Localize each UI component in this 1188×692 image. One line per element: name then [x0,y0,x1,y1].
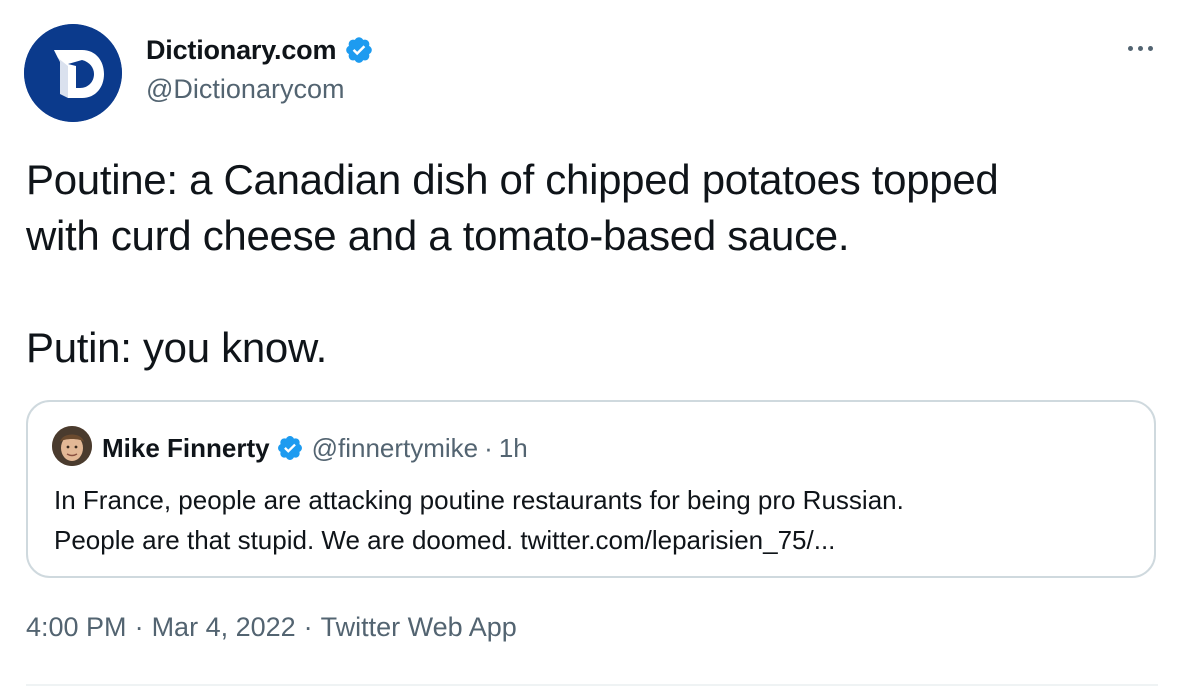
verified-badge-icon [346,37,373,63]
verified-badge-icon [277,436,302,460]
more-dots-icon [1147,45,1153,51]
separator-dot: · [134,612,144,642]
quoted-tweet-time[interactable]: 1h [499,433,528,464]
tweet-meta: 4:00 PM · Mar 4, 2022 · Twitter Web App [26,612,517,643]
quoted-tweet[interactable]: Mike Finnerty @finnertymike · 1h In Fran… [26,400,1156,578]
author-name-row: Dictionary.com [146,32,374,68]
separator-dot: · [303,612,313,642]
quoted-author-avatar[interactable] [52,426,92,466]
tweet-text: Poutine: a Canadian dish of chipped pota… [26,156,999,371]
more-dots-icon [1137,45,1143,51]
author-name[interactable]: Dictionary.com [146,35,336,66]
author-handle[interactable]: @Dictionarycom [146,74,344,105]
quoted-author-handle[interactable]: @finnertymike [312,433,479,464]
tweet-source[interactable]: Twitter Web App [321,612,517,643]
tweet-date[interactable]: Mar 4, 2022 [152,612,296,643]
author-avatar[interactable] [24,24,122,122]
tweet-card: Dictionary.com @Dictionarycom Poutine: a… [0,0,1188,692]
separator-dot: · [484,432,493,463]
quoted-header: Mike Finnerty @finnertymike · 1h [102,428,528,468]
tweet-time[interactable]: 4:00 PM [26,612,127,643]
more-options-button[interactable] [1122,30,1158,66]
quoted-tweet-text: In France, people are attacking poutine … [54,485,904,555]
dictionary-logo-icon [24,24,122,122]
quoted-author-name[interactable]: Mike Finnerty [102,433,270,464]
face-icon [52,426,92,466]
divider [26,684,1158,686]
more-dots-icon [1127,45,1133,51]
